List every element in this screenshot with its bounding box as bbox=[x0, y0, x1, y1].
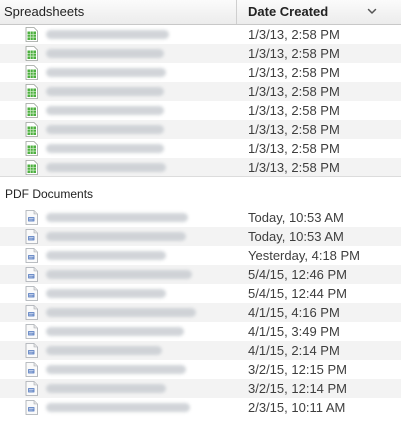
blurred-file-name bbox=[46, 289, 166, 298]
pdf-document-icon bbox=[25, 210, 38, 225]
date-created-value: 4/1/15, 3:49 PM bbox=[248, 324, 340, 339]
list-item[interactable]: 1/3/13, 2:58 PM bbox=[0, 63, 401, 82]
pdf-document-icon bbox=[25, 400, 38, 415]
blurred-file-name bbox=[46, 308, 196, 317]
date-created-value: 2/3/15, 10:11 AM bbox=[248, 400, 346, 415]
chevron-down-icon[interactable] bbox=[366, 5, 378, 17]
blurred-file-name bbox=[46, 30, 169, 39]
list-item[interactable]: Today, 10:53 AM bbox=[0, 227, 401, 246]
date-created-value: 1/3/13, 2:58 PM bbox=[248, 27, 340, 42]
name-column-header[interactable]: Spreadsheets bbox=[0, 0, 237, 24]
section-title-pdf-documents: PDF Documents bbox=[5, 187, 94, 201]
date-created-value: 1/3/13, 2:58 PM bbox=[248, 103, 340, 118]
date-created-value: 1/3/13, 2:58 PM bbox=[248, 46, 340, 61]
spreadsheets-list: 1/3/13, 2:58 PM 1/3/13, 2:58 PM 1/3/13, 2:… bbox=[0, 25, 401, 177]
pdf-document-icon bbox=[25, 381, 38, 396]
pdf-document-icon bbox=[25, 229, 38, 244]
pdf-document-icon bbox=[25, 324, 38, 339]
list-item[interactable]: Yesterday, 4:18 PM bbox=[0, 246, 401, 265]
spreadsheet-icon bbox=[25, 122, 38, 137]
blurred-file-name bbox=[46, 251, 166, 260]
blurred-file-name bbox=[46, 365, 186, 374]
list-item[interactable]: 1/3/13, 2:58 PM bbox=[0, 101, 401, 120]
date-created-value: 5/4/15, 12:46 PM bbox=[248, 267, 348, 282]
list-item[interactable]: 1/3/13, 2:58 PM bbox=[0, 44, 401, 63]
date-created-value: 3/2/15, 12:14 PM bbox=[248, 381, 348, 396]
list-header: Spreadsheets Date Created bbox=[0, 0, 401, 25]
blurred-file-name bbox=[46, 144, 164, 153]
blurred-file-name bbox=[46, 213, 188, 222]
section-divider bbox=[0, 176, 401, 177]
pdf-document-icon bbox=[25, 305, 38, 320]
list-item[interactable]: 1/3/13, 2:58 PM bbox=[0, 139, 401, 158]
spreadsheet-icon bbox=[25, 27, 38, 42]
list-item[interactable]: 5/4/15, 12:44 PM bbox=[0, 284, 401, 303]
date-created-value: 1/3/13, 2:58 PM bbox=[248, 65, 340, 80]
spreadsheet-icon bbox=[25, 46, 38, 61]
list-item[interactable]: 3/2/15, 12:14 PM bbox=[0, 379, 401, 398]
list-item[interactable]: 1/3/13, 2:58 PM bbox=[0, 82, 401, 101]
spreadsheet-icon bbox=[25, 65, 38, 80]
list-item[interactable]: 1/3/13, 2:58 PM bbox=[0, 25, 401, 44]
list-item[interactable]: 4/1/15, 4:16 PM bbox=[0, 303, 401, 322]
blurred-file-name bbox=[46, 346, 162, 355]
spreadsheet-icon bbox=[25, 141, 38, 156]
blurred-file-name bbox=[46, 49, 164, 58]
date-created-value: 1/3/13, 2:58 PM bbox=[248, 160, 340, 175]
date-created-value: 1/3/13, 2:58 PM bbox=[248, 141, 340, 156]
date-created-value: 1/3/13, 2:58 PM bbox=[248, 84, 340, 99]
blurred-file-name bbox=[46, 403, 190, 412]
date-created-value: Yesterday, 4:18 PM bbox=[248, 248, 361, 263]
list-item[interactable]: Today, 10:53 AM bbox=[0, 208, 401, 227]
blurred-file-name bbox=[46, 68, 166, 77]
blurred-file-name bbox=[46, 87, 164, 96]
list-item[interactable]: 4/1/15, 2:14 PM bbox=[0, 341, 401, 360]
pdf-document-icon bbox=[25, 362, 38, 377]
spreadsheet-icon bbox=[25, 160, 38, 175]
pdf-document-icon bbox=[25, 267, 38, 282]
blurred-file-name bbox=[46, 384, 166, 393]
list-item[interactable]: 1/3/13, 2:58 PM bbox=[0, 158, 401, 177]
date-created-value: 4/1/15, 2:14 PM bbox=[248, 343, 340, 358]
date-created-value: Today, 10:53 AM bbox=[248, 210, 344, 225]
pdf-document-icon bbox=[25, 343, 38, 358]
blurred-file-name bbox=[46, 163, 166, 172]
date-created-value: 3/2/15, 12:15 PM bbox=[248, 362, 348, 377]
blurred-file-name bbox=[46, 327, 184, 336]
spreadsheet-icon bbox=[25, 103, 38, 118]
list-item[interactable]: 1/3/13, 2:58 PM bbox=[0, 120, 401, 139]
pdf-document-icon bbox=[25, 286, 38, 301]
list-item[interactable]: 2/3/15, 10:11 AM bbox=[0, 398, 401, 417]
date-created-value: 5/4/15, 12:44 PM bbox=[248, 286, 348, 301]
blurred-file-name bbox=[46, 125, 164, 134]
date-created-value: 4/1/15, 4:16 PM bbox=[248, 305, 340, 320]
blurred-file-name bbox=[46, 270, 192, 279]
pdf-document-icon bbox=[25, 248, 38, 263]
blurred-file-name bbox=[46, 232, 186, 241]
date-created-value: 1/3/13, 2:58 PM bbox=[248, 122, 340, 137]
list-item[interactable]: 5/4/15, 12:46 PM bbox=[0, 265, 401, 284]
spreadsheet-icon bbox=[25, 84, 38, 99]
date-created-value: Today, 10:53 AM bbox=[248, 229, 344, 244]
blurred-file-name bbox=[46, 106, 164, 115]
list-item[interactable]: 3/2/15, 12:15 PM bbox=[0, 360, 401, 379]
pdf-documents-list: Today, 10:53 AM Today, 10:53 AM Yesterday,… bbox=[0, 208, 401, 417]
list-item[interactable]: 4/1/15, 3:49 PM bbox=[0, 322, 401, 341]
